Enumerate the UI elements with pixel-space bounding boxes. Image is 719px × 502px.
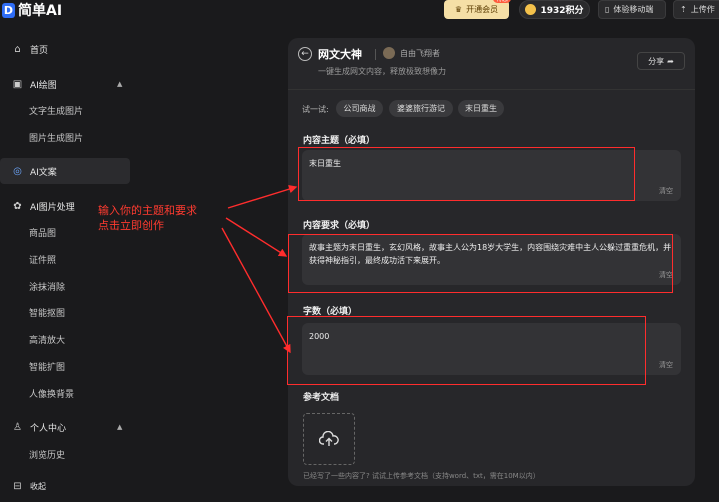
page-title: 网文大神 [318, 48, 362, 61]
sidebar-item-label: 首页 [30, 45, 49, 56]
palette-icon: ✿ [13, 200, 22, 212]
phone-icon: ▯ [605, 5, 610, 14]
topic-label: 内容主题（必填） [303, 136, 376, 146]
highlight-box [298, 147, 635, 201]
logo-text: 简单AI [18, 3, 63, 19]
highlight-box [287, 316, 646, 385]
sidebar-item-label: 图片生成图片 [29, 133, 84, 144]
share-icon: ➦ [667, 56, 674, 66]
upload-reference-button[interactable] [303, 413, 355, 465]
ai-copy-icon: ◎ [13, 165, 22, 177]
mobile-label: 体验移动端 [613, 5, 654, 14]
sidebar-item-expand[interactable]: 智能扩图 [0, 353, 130, 379]
upload-work-button[interactable]: ⇡ 上传作 [673, 0, 719, 19]
sidebar-item-cutout[interactable]: 智能抠图 [0, 299, 130, 325]
author-name: 自由飞翔者 [400, 49, 440, 58]
page-subtitle: 一键生成网文内容，释放极致想像力 [318, 67, 446, 76]
sidebar-item-label: 个人中心 [30, 423, 67, 434]
share-label: 分享 [648, 56, 665, 66]
divider [288, 89, 695, 90]
crown-icon: ♛ [454, 5, 463, 14]
sidebar-item-upscale[interactable]: 高清放大 [0, 326, 130, 352]
sidebar-item-home[interactable]: ⌂ 首页 [0, 36, 130, 62]
vip-button[interactable]: ♛ 开通会员 特惠 [444, 0, 511, 19]
annotation-line: 点击立即创作 [98, 219, 164, 232]
upload-icon: ⇡ [680, 5, 687, 14]
sidebar-item-ai-drawing[interactable]: ▣ AI绘图 ▲ [0, 71, 130, 97]
points-label: 1932积分 [540, 6, 584, 16]
back-button[interactable]: ← [298, 47, 312, 61]
mobile-button[interactable]: ▯ 体验移动端 [598, 0, 666, 19]
sidebar: ⌂ 首页 ▣ AI绘图 ▲ 文字生成图片 图片生成图片 ◎ AI文案 ✿ AI图… [0, 34, 135, 502]
sidebar-item-image-to-image[interactable]: 图片生成图片 [0, 124, 130, 150]
chevron-up-icon: ▲ [117, 80, 123, 88]
arrow-left-icon: ← [301, 49, 309, 59]
sidebar-item-label: 商品图 [29, 228, 57, 239]
sidebar-item-label: 高清放大 [29, 335, 66, 346]
points-badge[interactable]: 1932积分 [519, 0, 590, 19]
sidebar-item-label: AI文案 [30, 167, 57, 178]
coin-icon [525, 4, 537, 15]
sidebar-item-label: AI图片处理 [30, 202, 75, 213]
upload-hint: 已经写了一些内容了? 试试上传参考文档（支持word、txt，需在10M以内） [303, 472, 540, 480]
sidebar-item-portrait-bg[interactable]: 人像换背景 [0, 380, 130, 406]
clear-button[interactable]: 清空 [659, 186, 673, 196]
collapse-label: 收起 [30, 481, 46, 491]
example-chip[interactable]: 公司商战 [336, 100, 383, 117]
vip-badge: 特惠 [492, 0, 511, 3]
sidebar-item-history[interactable]: 浏览历史 [0, 441, 130, 467]
sidebar-item-label: 人像换背景 [29, 389, 75, 400]
image-icon: ▣ [12, 78, 23, 90]
example-chip[interactable]: 末日重生 [458, 100, 504, 117]
cloud-upload-icon [319, 431, 339, 446]
example-chip[interactable]: 婆婆旅行游记 [389, 100, 453, 117]
sidebar-item-label: 涂抹消除 [29, 282, 66, 293]
sidebar-item-label: 浏览历史 [29, 450, 66, 461]
sidebar-item-label: 文字生成图片 [29, 106, 84, 117]
author-avatar [383, 47, 395, 59]
top-bar: D 简单AI ♛ 开通会员 特惠 1932积分 ▯ 体验移动端 ⇡ 上传作 [0, 0, 719, 22]
sidebar-item-erase[interactable]: 涂抹消除 [0, 273, 130, 299]
vip-label: 开通会员 [466, 5, 499, 14]
logo-mark: D [2, 2, 15, 18]
upload-work-label: 上传作 [690, 5, 715, 14]
annotation-line: 输入你的主题和要求 [98, 204, 197, 217]
sidebar-item-label: 证件照 [29, 255, 57, 266]
user-icon: ♙ [13, 421, 22, 433]
requirement-label: 内容要求（必填） [303, 221, 376, 231]
sidebar-item-text-to-image[interactable]: 文字生成图片 [0, 97, 130, 123]
clear-button[interactable]: 清空 [659, 360, 673, 370]
logo[interactable]: D 简单AI [2, 0, 62, 20]
divider [375, 49, 376, 60]
chevron-up-icon: ▲ [117, 423, 123, 431]
sidebar-item-label: AI绘图 [30, 80, 57, 91]
sidebar-item-id-photo[interactable]: 证件照 [0, 246, 130, 272]
home-icon: ⌂ [14, 43, 21, 55]
try-label: 试一试: [302, 105, 329, 114]
sidebar-item-label: 智能扩图 [29, 362, 66, 373]
annotation-text: 输入你的主题和要求 点击立即创作 [98, 203, 197, 233]
collapse-icon: ⊟ [13, 480, 22, 492]
sidebar-item-label: 智能抠图 [29, 308, 66, 319]
highlight-box [288, 234, 673, 293]
sidebar-item-ai-copy[interactable]: ◎ AI文案 [0, 158, 130, 184]
collapse-button[interactable]: ⊟ 收起 [0, 473, 130, 499]
share-button[interactable]: 分享 ➦ [637, 52, 685, 70]
sidebar-item-profile[interactable]: ♙ 个人中心 ▲ [0, 414, 130, 440]
reference-label: 参考文档 [303, 393, 340, 403]
